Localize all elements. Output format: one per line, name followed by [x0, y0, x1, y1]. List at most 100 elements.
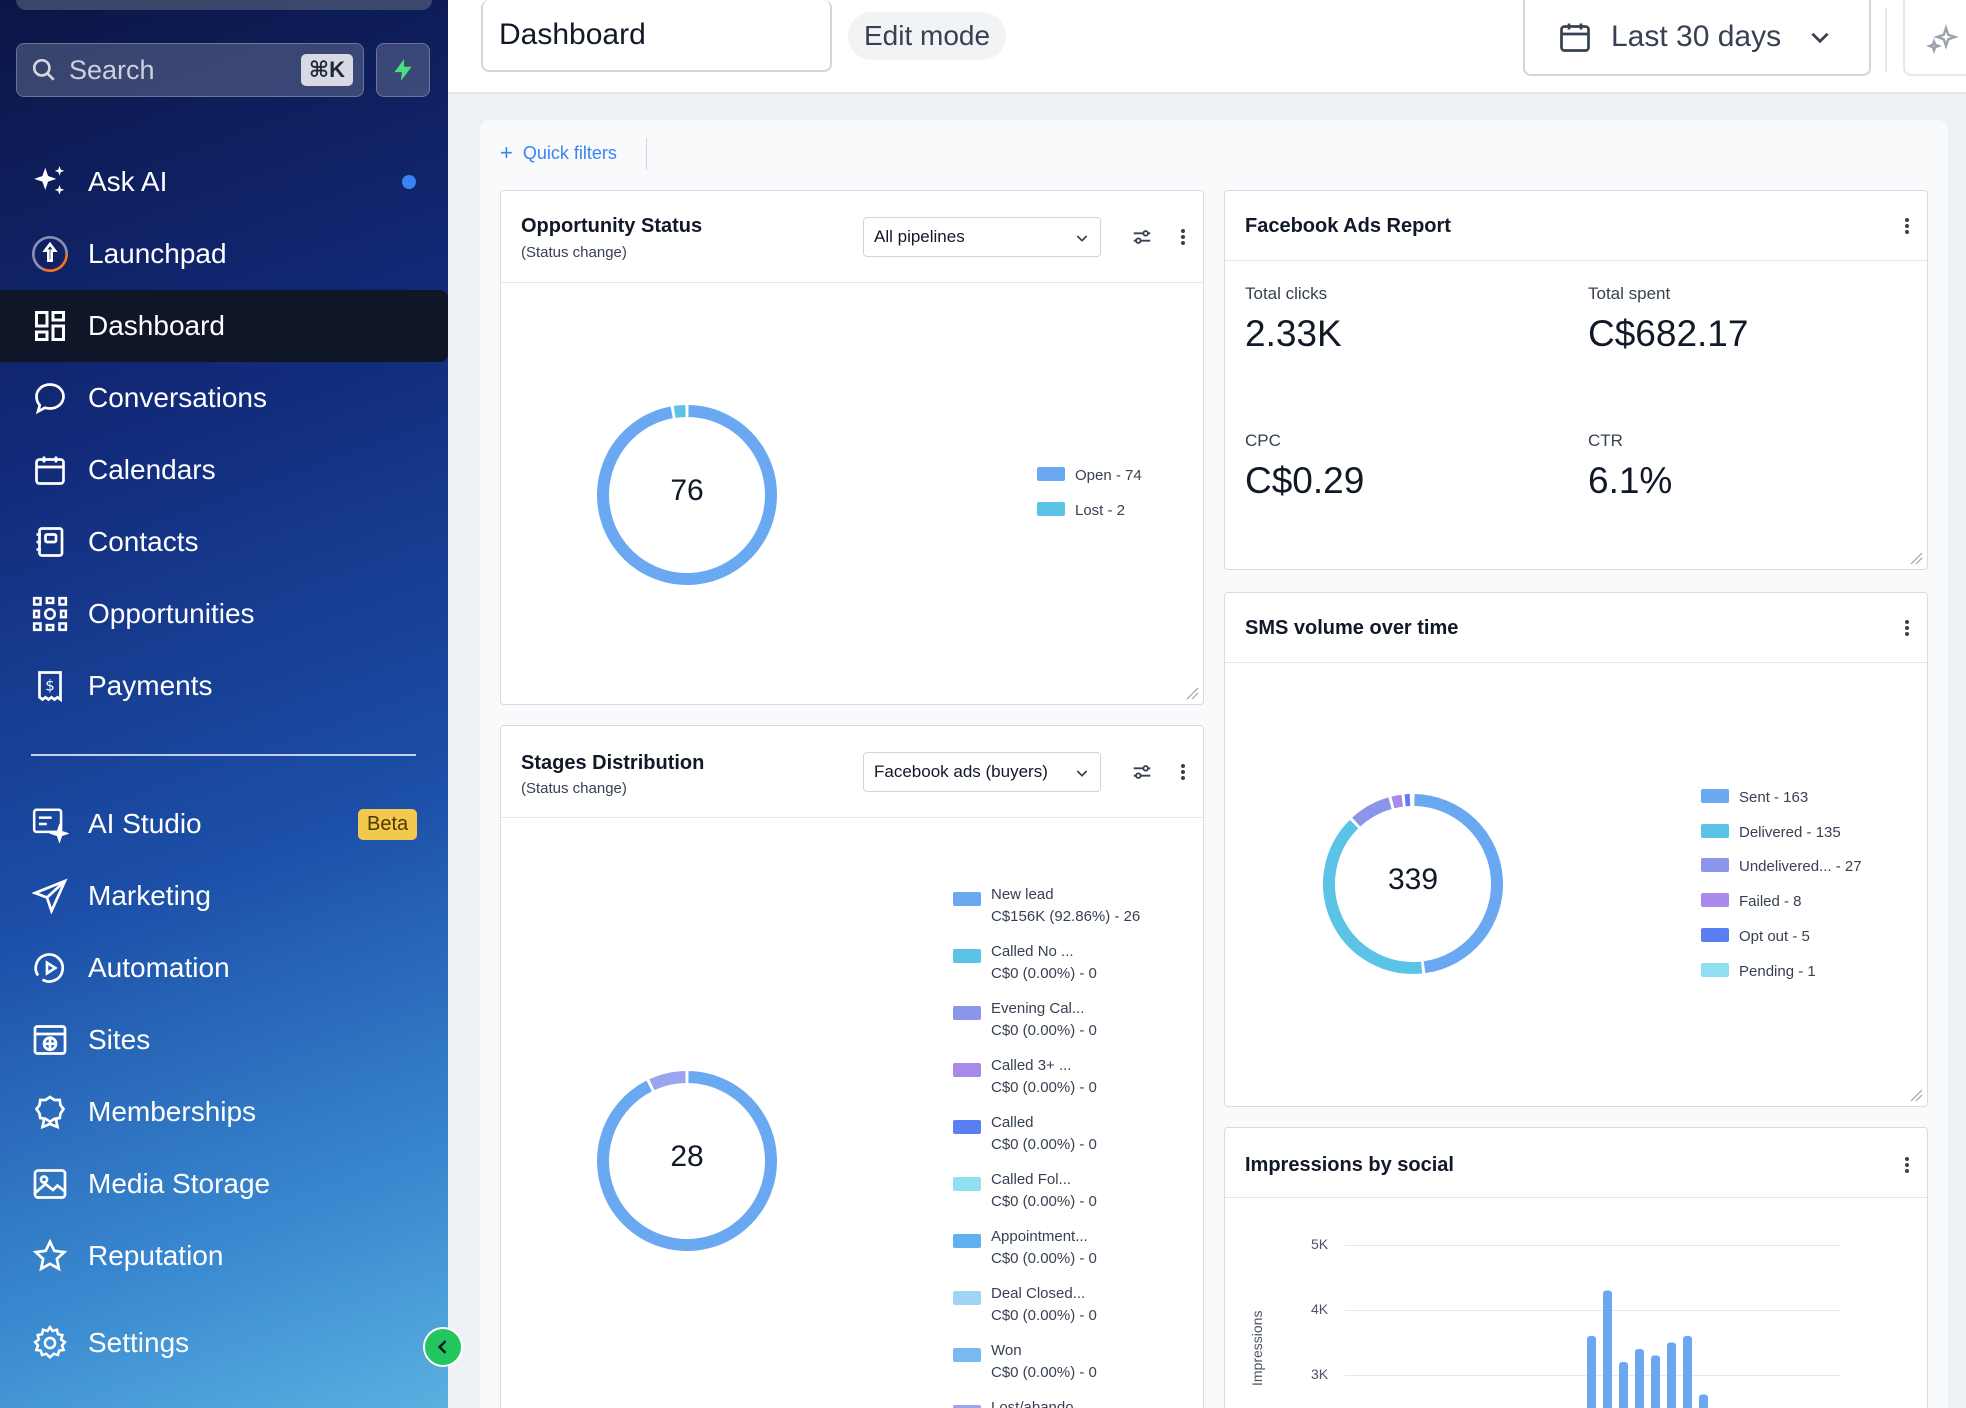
legend-item[interactable]: Open - 74	[1037, 465, 1142, 487]
legend-label: Called C$0 (0.00%) - 0	[991, 1114, 1097, 1153]
top-header: Dashboard Edit mode Last 30 days	[448, 0, 1966, 94]
bar[interactable]	[1587, 1336, 1596, 1408]
star-icon	[30, 1236, 70, 1276]
sidebar-item-calendars[interactable]: Calendars	[0, 434, 448, 506]
legend-item[interactable]: Appointment... C$0 (0.00%) - 0	[953, 1226, 1097, 1270]
kebab-menu-icon[interactable]	[1897, 616, 1917, 640]
quick-filters-button[interactable]: + Quick filters	[500, 140, 617, 166]
legend-item[interactable]: Called C$0 (0.00%) - 0	[953, 1112, 1097, 1156]
search-input[interactable]: Search ⌘K	[16, 43, 364, 97]
legend-item[interactable]: Opt out - 5	[1701, 926, 1810, 948]
sliders-icon[interactable]	[1131, 761, 1153, 783]
bar[interactable]	[1699, 1394, 1708, 1408]
legend-swatch	[953, 1234, 981, 1248]
legend-item[interactable]: Lost/abando...	[953, 1397, 1086, 1408]
legend-swatch	[953, 1063, 981, 1077]
kebab-menu-icon[interactable]	[1173, 760, 1193, 784]
bar[interactable]	[1603, 1290, 1612, 1408]
legend-item[interactable]: New lead C$156K (92.86%) - 26	[953, 884, 1140, 928]
legend-item[interactable]: Won C$0 (0.00%) - 0	[953, 1340, 1097, 1384]
date-range-label: Last 30 days	[1611, 20, 1782, 53]
sidebar-item-label: Payments	[88, 670, 213, 701]
sidebar-item-contacts[interactable]: Contacts	[0, 506, 448, 578]
contacts-book-icon	[30, 522, 70, 562]
date-range-select[interactable]: Last 30 days	[1523, 0, 1871, 76]
sidebar-item-automation[interactable]: Automation	[0, 932, 448, 1004]
sidebar-item-label: Media Storage	[88, 1168, 271, 1199]
legend-swatch	[1701, 893, 1729, 908]
sidebar-item-launchpad[interactable]: Launchpad	[0, 218, 448, 290]
paper-plane-icon	[30, 876, 70, 916]
collapse-sidebar-button[interactable]	[423, 1327, 463, 1367]
sidebar-item-label: Settings	[88, 1327, 190, 1358]
sliders-icon[interactable]	[1131, 226, 1153, 248]
metric-value: C$682.17	[1588, 313, 1749, 354]
card-title: SMS volume over time	[1245, 617, 1459, 639]
legend-item[interactable]: Called Fol... C$0 (0.00%) - 0	[953, 1169, 1097, 1213]
donut-total: 339	[1387, 863, 1439, 896]
donut-slice[interactable]	[649, 1071, 686, 1091]
legend-item[interactable]: Pending - 1	[1701, 961, 1816, 983]
legend-swatch	[1037, 502, 1065, 516]
sidebar-item-reputation[interactable]: Reputation	[0, 1220, 448, 1292]
legend-label: Appointment... C$0 (0.00%) - 0	[991, 1228, 1097, 1267]
legend-item[interactable]: Sent - 163	[1701, 787, 1808, 809]
sidebar-item-ai-studio[interactable]: AI Studio Beta	[0, 788, 448, 860]
sidebar-item-label: Memberships	[88, 1096, 257, 1127]
legend-item[interactable]: Lost - 2	[1037, 500, 1125, 522]
resize-handle-icon[interactable]	[1185, 686, 1199, 700]
sidebar-item-sites[interactable]: Sites	[0, 1004, 448, 1076]
legend-swatch	[953, 1177, 981, 1191]
legend-label: Pending - 1	[1739, 962, 1816, 980]
resize-handle-icon[interactable]	[1909, 551, 1923, 565]
edit-mode-button[interactable]: Edit mode	[848, 12, 1007, 60]
dashboard-grid-icon	[30, 306, 70, 346]
legend-swatch	[953, 1348, 981, 1362]
kebab-menu-icon[interactable]	[1897, 214, 1917, 238]
bar[interactable]	[1683, 1336, 1692, 1408]
sidebar-item-memberships[interactable]: Memberships	[0, 1076, 448, 1148]
bar[interactable]	[1635, 1349, 1644, 1408]
legend-item[interactable]: Called No ... C$0 (0.00%) - 0	[953, 941, 1097, 985]
legend-item[interactable]: Called 3+ ... C$0 (0.00%) - 0	[953, 1055, 1097, 1099]
card-header: Facebook Ads Report	[1225, 191, 1927, 261]
legend-item[interactable]: Failed - 8	[1701, 891, 1802, 913]
metric-value: 6.1%	[1588, 460, 1673, 501]
donut-slice[interactable]	[1391, 794, 1404, 809]
sidebar-item-dashboard[interactable]: Dashboard	[0, 290, 448, 362]
card-title: Opportunity Status	[521, 215, 703, 237]
sidebar-item-marketing[interactable]: Marketing	[0, 860, 448, 932]
legend-item[interactable]: Delivered - 135	[1701, 822, 1841, 844]
sidebar-item-conversations[interactable]: Conversations	[0, 362, 448, 434]
sidebar-item-settings[interactable]: Settings	[0, 1307, 448, 1379]
chevron-down-icon	[1811, 32, 1829, 44]
card-title: Stages Distribution	[521, 752, 705, 774]
legend-swatch	[1701, 789, 1729, 803]
legend-swatch	[953, 949, 981, 963]
opportunities-network-icon	[30, 594, 70, 634]
bar[interactable]	[1651, 1355, 1660, 1408]
sidebar-item-ask-ai[interactable]: Ask AI	[0, 146, 448, 218]
sidebar-item-payments[interactable]: $ Payments	[0, 650, 448, 722]
legend-swatch	[1701, 927, 1729, 942]
ai-assist-button[interactable]	[1903, 0, 1966, 76]
dashboard-name-select[interactable]: Dashboard	[481, 0, 832, 72]
kebab-menu-icon[interactable]	[1173, 225, 1193, 249]
sidebar-item-media-storage[interactable]: Media Storage	[0, 1148, 448, 1220]
legend-item[interactable]: Evening Cal... C$0 (0.00%) - 0	[953, 998, 1097, 1042]
sparkles-icon	[30, 162, 70, 202]
resize-handle-icon[interactable]	[1909, 1088, 1923, 1102]
legend-item[interactable]: Undelivered... - 27	[1701, 856, 1862, 878]
legend-label: Won C$0 (0.00%) - 0	[991, 1342, 1097, 1381]
legend-item[interactable]: Deal Closed... C$0 (0.00%) - 0	[953, 1283, 1097, 1327]
legend-swatch	[1701, 823, 1729, 838]
pipeline-select[interactable]: All pipelines	[863, 217, 1101, 257]
sidebar-item-opportunities[interactable]: Opportunities	[0, 578, 448, 650]
bar[interactable]	[1667, 1342, 1676, 1408]
pipeline-select[interactable]: Facebook ads (buyers)	[863, 752, 1101, 792]
legend-label: Open - 74	[1075, 467, 1142, 484]
donut-slice[interactable]	[673, 405, 686, 418]
donut-slice[interactable]	[1352, 797, 1392, 827]
quick-action-button[interactable]	[376, 43, 430, 97]
bar[interactable]	[1619, 1362, 1628, 1408]
